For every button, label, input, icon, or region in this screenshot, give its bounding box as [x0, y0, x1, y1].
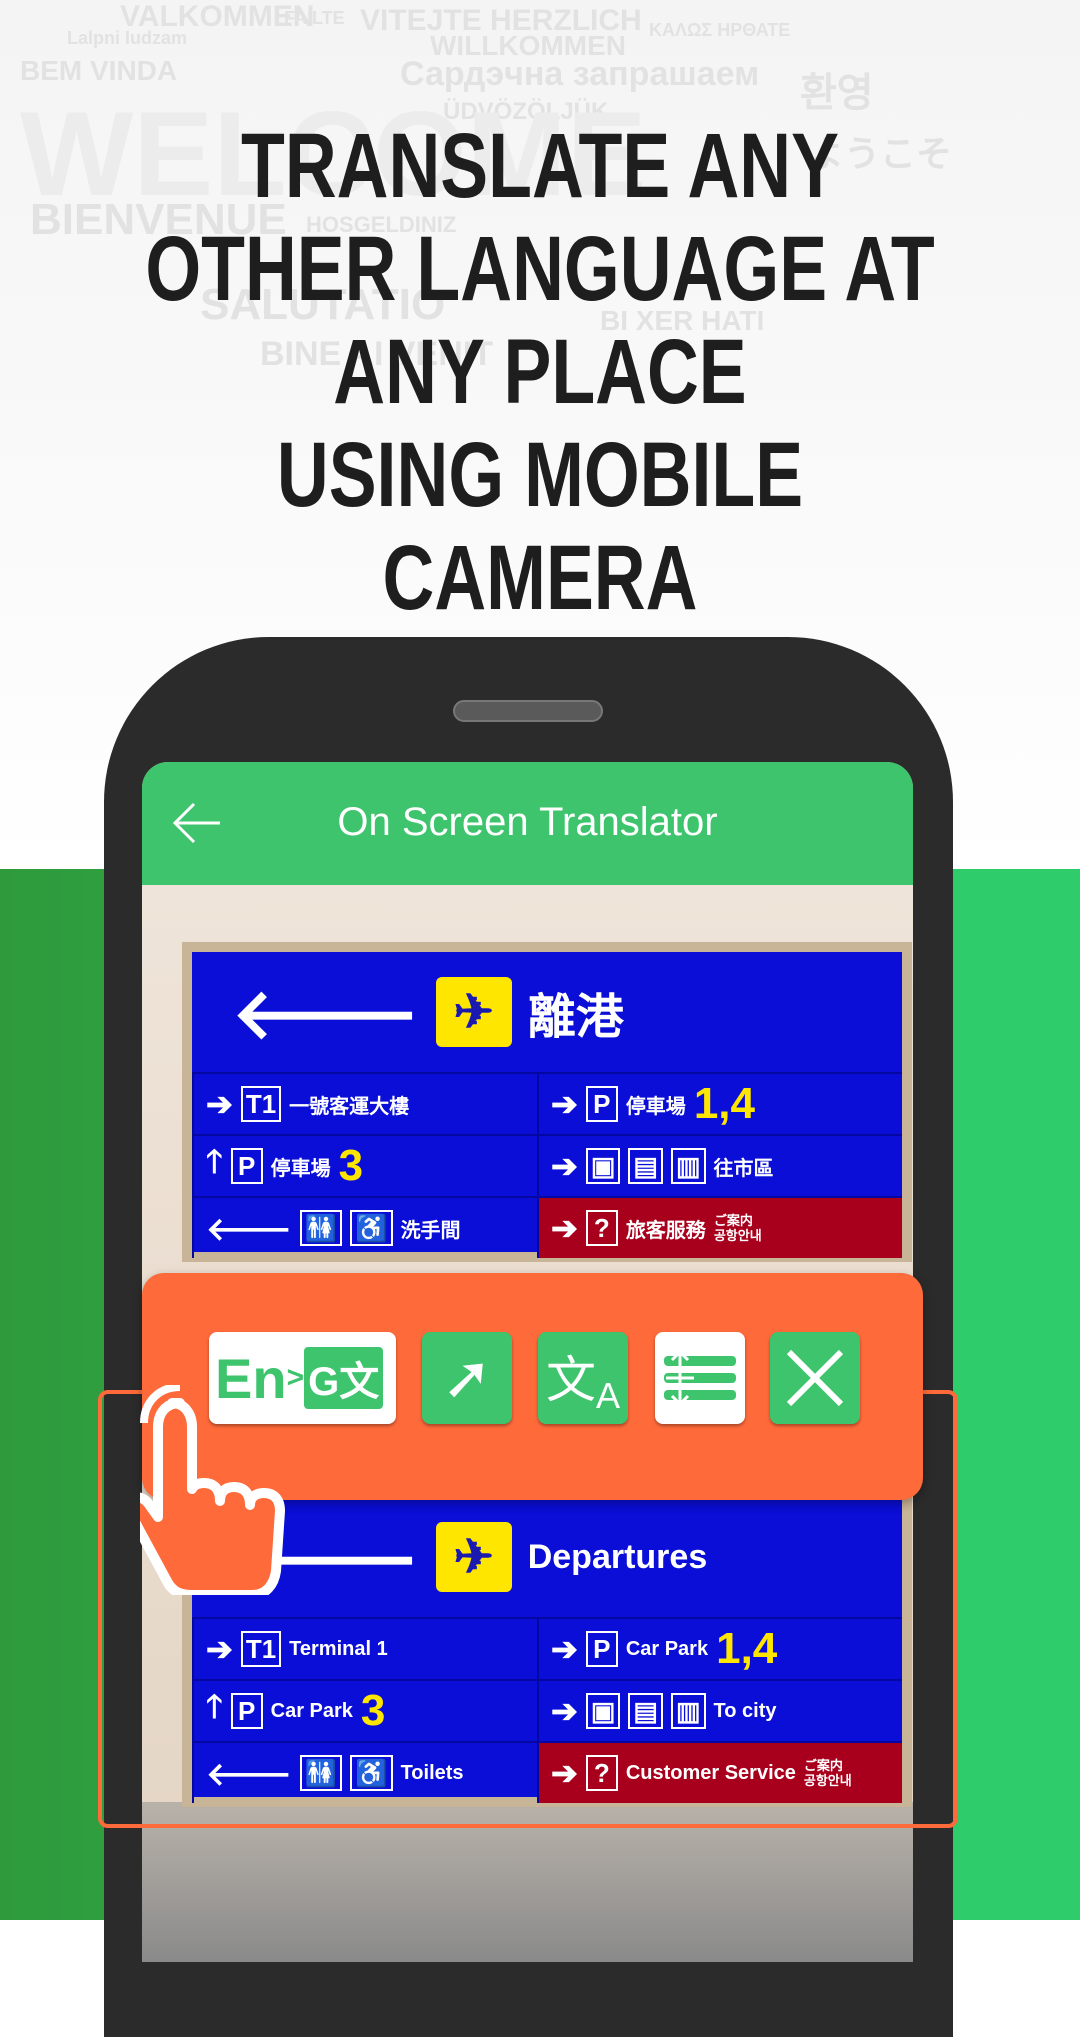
- arrow-right-icon: ➔: [551, 1086, 578, 1122]
- sign-original: 🡐 ✈ 離港 ➔ T1 一號客運大樓 ➔ P 停車場 1,4 🡑 P 停車場 3 ➔ ▣ ▤ ▥ 往市區 🡐 🚻 ♿ 洗手間…: [182, 942, 912, 1262]
- sign-cell: ➔ P 停車場 1,4: [537, 1072, 902, 1134]
- watermark-word: BEM VINDA: [20, 55, 178, 86]
- wheelchair-icon: ♿: [350, 1210, 393, 1246]
- tap-select-button[interactable]: ➚: [422, 1332, 512, 1424]
- watermark-word: FAILTE: [284, 8, 345, 28]
- app-title: On Screen Translator: [337, 800, 718, 844]
- sign-cell: ➔ ▣ ▤ ▥ 往市區: [537, 1134, 902, 1196]
- sign-cell-text: 一號客運大樓: [289, 1095, 410, 1118]
- sign-cell: ➔ T1 一號客運大樓: [192, 1072, 537, 1134]
- toilet-icon: 🚻: [299, 1210, 343, 1246]
- arrow-left-icon: 🡐: [206, 1210, 292, 1247]
- sign-header: 🡐 ✈ 離港: [192, 952, 902, 1072]
- sign-extra-text: ご案内 공항안내: [713, 1213, 762, 1243]
- translate-button[interactable]: 文A: [538, 1332, 628, 1424]
- resize-icon: [664, 1349, 736, 1407]
- headline: TRANSLATE ANY OTHER LANGUAGE AT ANY PLAC…: [119, 115, 961, 630]
- headline-line: USING MOBILE CAMERA: [276, 424, 804, 629]
- google-translate-icon: G文: [304, 1347, 384, 1409]
- phone-speaker: [453, 700, 603, 722]
- arrow-right-icon: ➔: [206, 1086, 233, 1122]
- hand-pointer-icon: [140, 1385, 285, 1595]
- headline-line: ANY PLACE: [333, 321, 747, 423]
- translate-icon: 文A: [545, 1351, 620, 1416]
- sign-cell-text: 洗手間: [400, 1219, 461, 1242]
- sign-cell-text: 停車場: [270, 1157, 331, 1180]
- close-icon: [786, 1349, 844, 1407]
- sign-box-icon: ?: [585, 1210, 618, 1246]
- watermark-word: Lalpni Iudzam: [67, 28, 188, 48]
- train-icon: ▣: [585, 1148, 621, 1184]
- resize-button[interactable]: [655, 1332, 745, 1424]
- arrow-left-icon: 🡐: [232, 974, 420, 1053]
- sign-box-icon: P: [230, 1148, 263, 1184]
- taxi-icon: ▥: [670, 1148, 706, 1184]
- app-bar: On Screen Translator: [142, 762, 913, 885]
- sign-cell: ➔? 旅客服務 ご案内 공항안내: [537, 1196, 902, 1258]
- sign-cell: 🡑 P 停車場 3: [192, 1134, 537, 1196]
- sign-cell-text: 停車場: [625, 1095, 686, 1118]
- sign-number: 3: [338, 1141, 364, 1190]
- headline-line: OTHER LANGUAGE AT: [145, 218, 935, 320]
- sign-number: 1,4: [693, 1079, 755, 1128]
- sign-box-icon: P: [585, 1086, 618, 1122]
- close-button[interactable]: [770, 1332, 860, 1424]
- sign-header-text: 離港: [527, 991, 624, 1044]
- airplane-icon: ✈: [435, 977, 512, 1047]
- bus-icon: ▤: [628, 1148, 663, 1184]
- tap-select-icon: ➚: [441, 1344, 493, 1411]
- sign-cell: 🡐 🚻 ♿ 洗手間: [192, 1196, 537, 1258]
- headline-line: TRANSLATE ANY: [241, 115, 839, 217]
- arrow-right-icon: ➔: [551, 1210, 578, 1246]
- watermark-word: 환영: [800, 71, 874, 115]
- arrow-right-icon: ➔: [551, 1148, 578, 1184]
- sign-cell-text: 旅客服務: [625, 1219, 706, 1242]
- arrow-up-icon: 🡑: [206, 1143, 223, 1179]
- sign-box-icon: T1: [240, 1086, 282, 1122]
- watermark-word: ΚΑΛΩΣ ΗΡΘΑΤΕ: [649, 20, 791, 40]
- sign-cell-text: 往市區: [713, 1157, 774, 1180]
